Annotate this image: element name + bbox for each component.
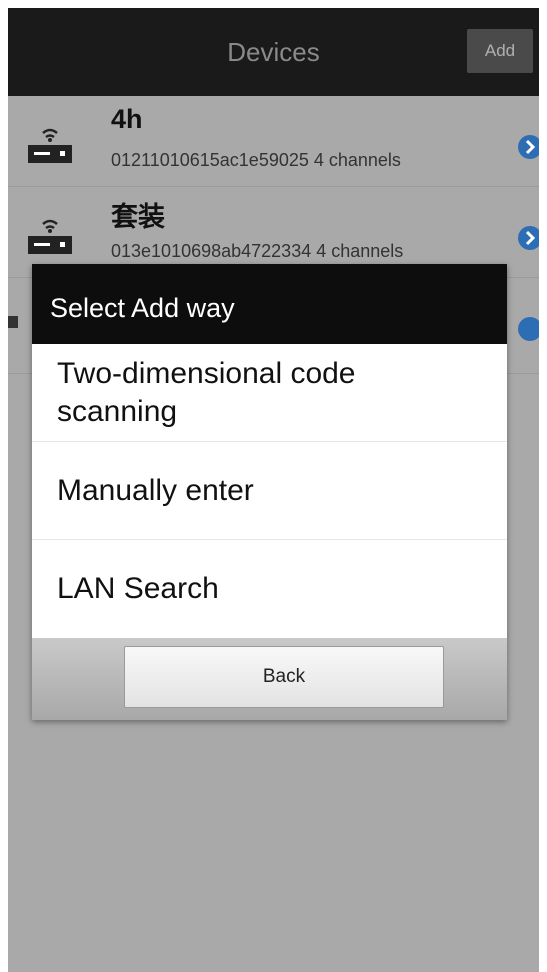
chevron-right-icon[interactable]	[517, 134, 539, 160]
option-label: Manually enter	[57, 473, 254, 507]
router-wifi-icon	[28, 219, 72, 254]
option-qr-scan[interactable]: Two-dimensional code scanning	[32, 344, 507, 442]
page-title: Devices	[227, 37, 320, 67]
add-way-dialog: Select Add way Two-dimensional code scan…	[32, 264, 507, 720]
device-name: 套装	[111, 202, 165, 232]
device-row[interactable]: 4h 01211010615ac1e59025 4 channels	[8, 96, 539, 187]
option-label: Two-dimensional code scanning	[57, 356, 356, 428]
router-wifi-icon	[28, 128, 72, 163]
router-wifi-icon	[8, 316, 18, 328]
back-button[interactable]: Back	[124, 646, 444, 708]
dialog-title: Select Add way	[32, 264, 507, 344]
chevron-right-icon[interactable]	[517, 316, 539, 342]
header-bar: Devices Add	[8, 8, 539, 96]
app-screen: Devices Add 4h 01211010615ac1e59025 4 ch…	[8, 8, 539, 972]
add-button[interactable]: Add	[467, 29, 533, 73]
chevron-right-icon[interactable]	[517, 225, 539, 251]
device-info: 013e1010698ab4722334 4 channels	[111, 241, 404, 261]
option-lan-search[interactable]: LAN Search	[32, 540, 507, 638]
device-name: 4h	[111, 104, 143, 134]
device-info: 01211010615ac1e59025 4 channels	[111, 150, 401, 170]
dialog-footer: Back	[32, 638, 507, 720]
option-label: LAN Search	[57, 572, 219, 605]
option-manual-enter[interactable]: Manually enter	[32, 442, 507, 540]
